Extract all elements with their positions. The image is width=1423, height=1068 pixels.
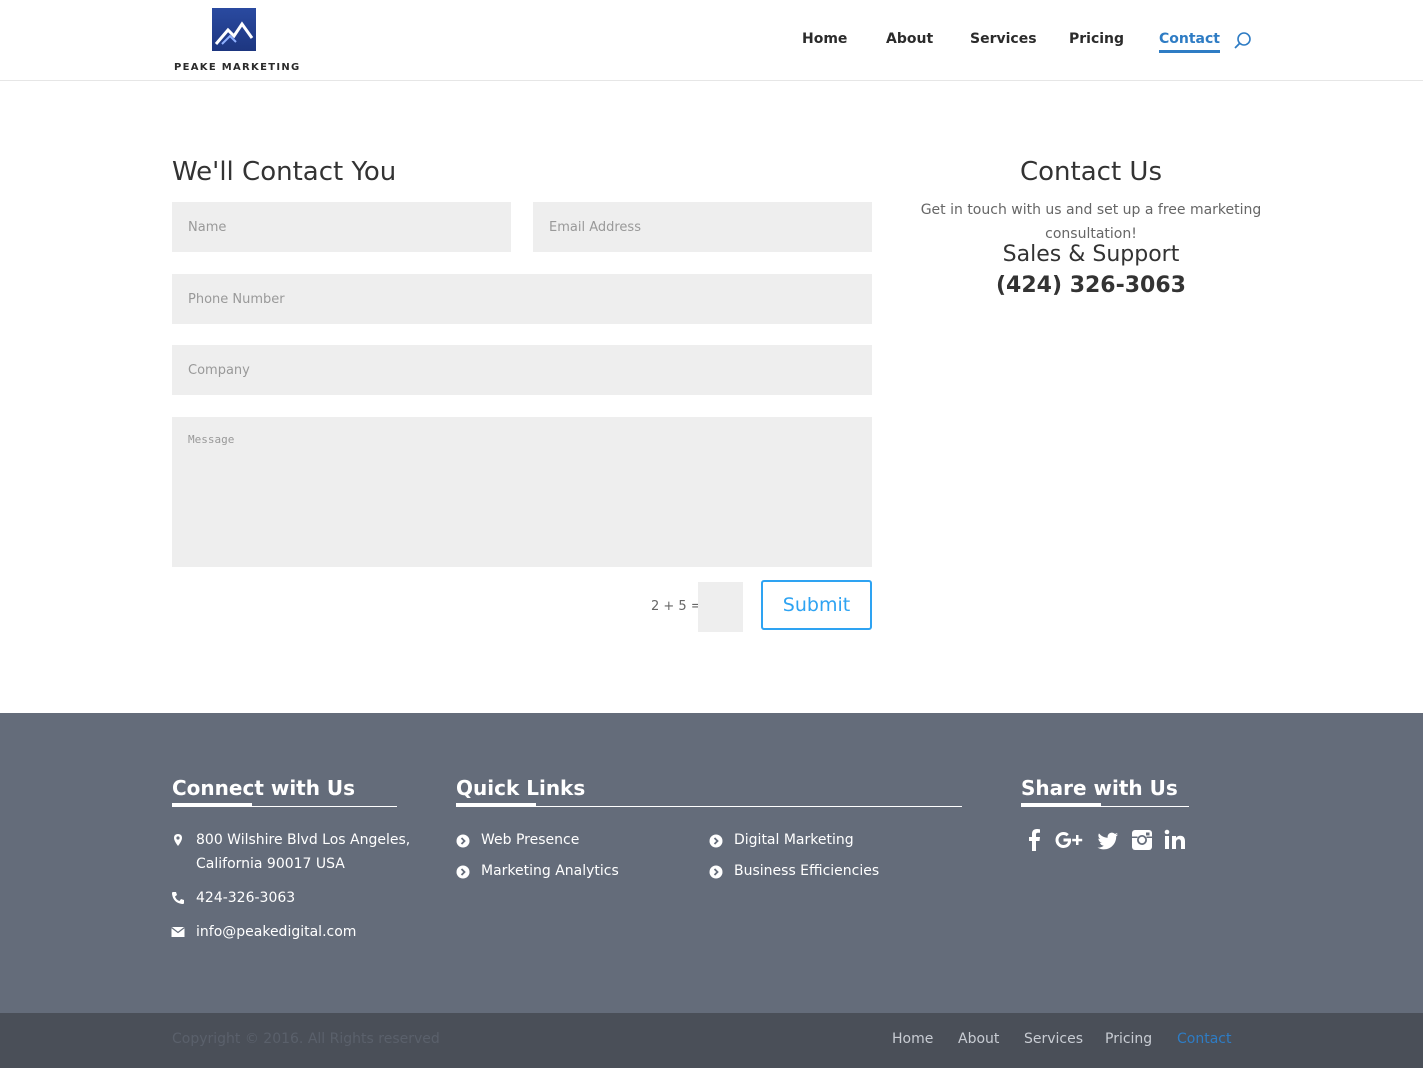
footer-phone[interactable]: 424-326-3063 <box>196 886 295 910</box>
logo-text: PEAKE MARKETING <box>174 62 301 73</box>
name-field[interactable]: Name <box>172 202 511 252</box>
google-plus-icon[interactable] <box>1053 826 1085 854</box>
site-header: PEAKE MARKETING Home About Services Pric… <box>0 0 1423 81</box>
twitter-icon[interactable] <box>1094 826 1122 854</box>
email-placeholder: Email Address <box>549 219 641 235</box>
logo-mountain-icon <box>212 8 256 51</box>
email-field[interactable]: Email Address <box>533 202 872 252</box>
share-title: Share with Us <box>1021 776 1178 800</box>
chevron-circle-right-icon <box>456 833 470 848</box>
quick-links-title: Quick Links <box>456 776 586 800</box>
contact-title: Contact Us <box>1020 157 1162 187</box>
phone-field[interactable]: Phone Number <box>172 274 872 324</box>
search-icon[interactable] <box>1233 31 1253 51</box>
message-field[interactable]: Message <box>172 417 872 567</box>
phone-icon <box>171 890 185 904</box>
contact-description: Get in touch with us and set up a free m… <box>920 202 1262 242</box>
chevron-circle-right-icon <box>709 864 723 879</box>
name-placeholder: Name <box>188 219 227 235</box>
map-marker-icon <box>171 832 185 846</box>
quick-link-business-efficiencies[interactable]: Business Efficiencies <box>734 859 879 883</box>
company-field[interactable]: Company <box>172 345 872 395</box>
captcha-question: 2 + 5 = <box>651 599 702 614</box>
nav-pricing[interactable]: Pricing <box>1069 31 1124 53</box>
address-line2: California 90017 USA <box>196 856 345 872</box>
quick-link-digital-marketing[interactable]: Digital Marketing <box>734 828 854 852</box>
facebook-icon[interactable] <box>1021 826 1049 854</box>
message-placeholder: Message <box>188 433 235 446</box>
share-underline <box>1021 803 1101 807</box>
linkedin-icon[interactable] <box>1161 826 1189 854</box>
connect-title: Connect with Us <box>172 776 356 800</box>
connect-underline <box>172 803 252 807</box>
envelope-icon <box>171 924 185 938</box>
instagram-icon[interactable] <box>1128 826 1156 854</box>
company-placeholder: Company <box>188 362 250 378</box>
nav-about[interactable]: About <box>886 31 933 53</box>
footer-nav-home[interactable]: Home <box>892 1031 933 1047</box>
captcha-input[interactable] <box>698 582 743 632</box>
sales-phone: (424) 326-3063 <box>996 273 1186 298</box>
quick-links-underline <box>456 803 536 807</box>
quick-link-marketing-analytics[interactable]: Marketing Analytics <box>481 859 619 883</box>
footer-email[interactable]: info@peakedigital.com <box>196 920 356 944</box>
footer-nav-services[interactable]: Services <box>1024 1031 1083 1047</box>
footer-nav-pricing[interactable]: Pricing <box>1105 1031 1152 1047</box>
submit-button[interactable]: Submit <box>761 580 872 630</box>
footer-nav-contact[interactable]: Contact <box>1177 1031 1231 1047</box>
nav-contact[interactable]: Contact <box>1159 31 1220 53</box>
chevron-circle-right-icon <box>456 864 470 879</box>
form-title: We'll Contact You <box>172 157 397 187</box>
address-line1: 800 Wilshire Blvd Los Angeles, <box>196 832 411 848</box>
footer-nav-about[interactable]: About <box>958 1031 999 1047</box>
phone-placeholder: Phone Number <box>188 291 285 307</box>
nav-home[interactable]: Home <box>802 31 847 53</box>
nav-services[interactable]: Services <box>970 31 1037 53</box>
chevron-circle-right-icon <box>709 833 723 848</box>
copyright-text: Copyright © 2016. All Rights reserved <box>172 1031 440 1047</box>
quick-link-web-presence[interactable]: Web Presence <box>481 828 579 852</box>
logo[interactable]: PEAKE MARKETING <box>172 8 299 74</box>
sales-support-label: Sales & Support <box>1002 242 1180 267</box>
